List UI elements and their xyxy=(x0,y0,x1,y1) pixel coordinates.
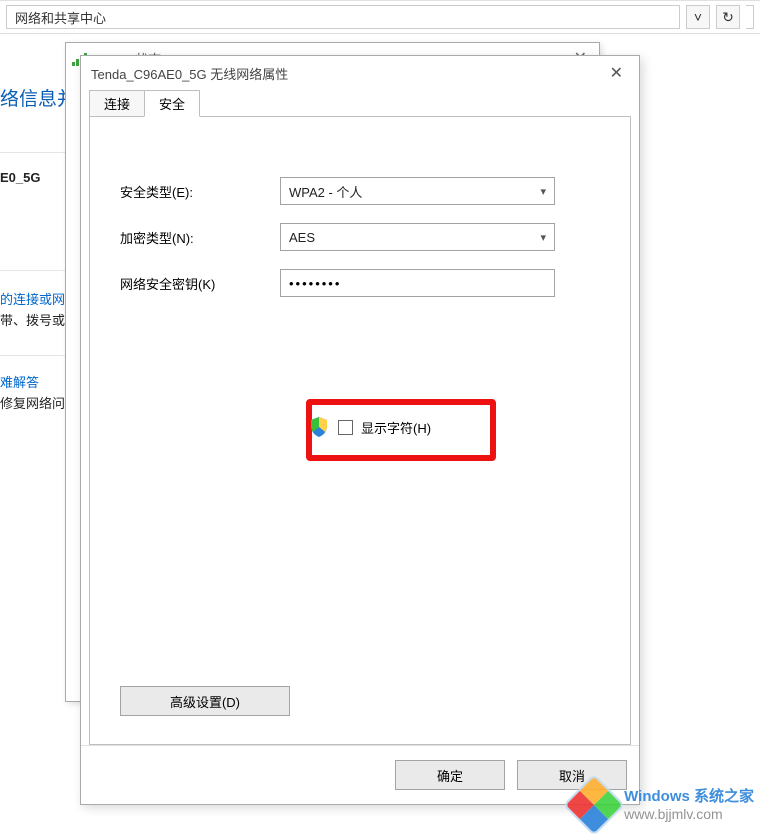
encryption-type-dropdown[interactable]: AES ▾ xyxy=(280,223,555,251)
show-characters-row: 显示字符(H) xyxy=(310,417,431,437)
watermark: Windows 系统之家 www.bjjmlv.com xyxy=(572,783,754,827)
refresh-icon: ↻ xyxy=(722,9,734,26)
tab-panel-security: 安全类型(E): WPA2 - 个人 ▾ 加密类型(N): AES ▾ xyxy=(89,116,631,745)
props-titlebar[interactable]: Tenda_C96AE0_5G 无线网络属性 ✕ xyxy=(81,56,639,90)
bg-ssid-fragment: E0_5G xyxy=(0,170,40,185)
tab-strip: 连接 安全 xyxy=(89,90,631,116)
security-key-row: 网络安全密钥(K) xyxy=(120,269,600,297)
ok-button[interactable]: 确定 xyxy=(395,760,505,790)
security-type-value: WPA2 - 个人 xyxy=(289,182,362,201)
bg-text-troubleshoot-desc: 修复网络问 xyxy=(0,393,65,412)
advanced-settings-button[interactable]: 高级设置(D) xyxy=(120,686,290,716)
tab-connection-label: 连接 xyxy=(104,97,130,112)
watermark-url: www.bjjmlv.com xyxy=(624,806,754,822)
watermark-title: Windows 系统之家 xyxy=(624,788,754,805)
refresh-button[interactable]: ↻ xyxy=(716,5,740,29)
uac-shield-icon xyxy=(310,417,328,437)
show-characters-label: 显示字符(H) xyxy=(361,418,431,437)
security-type-row: 安全类型(E): WPA2 - 个人 ▾ xyxy=(120,177,600,205)
breadcrumb-text: 网络和共享中心 xyxy=(15,8,106,27)
advanced-settings-label: 高级设置(D) xyxy=(170,692,240,711)
bg-link-troubleshoot[interactable]: 难解答 xyxy=(0,372,39,391)
tab-connection[interactable]: 连接 xyxy=(89,90,145,116)
breadcrumb[interactable]: 网络和共享中心 xyxy=(6,5,680,29)
encryption-type-label: 加密类型(N): xyxy=(120,228,280,247)
tab-security[interactable]: 安全 xyxy=(144,90,200,117)
search-field-edge[interactable] xyxy=(746,5,754,29)
chevron-down-icon: ▾ xyxy=(540,185,546,198)
wireless-properties-dialog: Tenda_C96AE0_5G 无线网络属性 ✕ 连接 安全 安全类型(E): … xyxy=(80,55,640,805)
ok-button-label: 确定 xyxy=(437,766,463,785)
props-close-button[interactable]: ✕ xyxy=(604,63,629,83)
encryption-type-value: AES xyxy=(289,230,315,245)
security-type-label: 安全类型(E): xyxy=(120,182,280,201)
show-characters-checkbox[interactable] xyxy=(338,420,353,435)
encryption-type-row: 加密类型(N): AES ▾ xyxy=(120,223,600,251)
dialog-button-row: 确定 取消 xyxy=(81,745,639,804)
security-type-dropdown[interactable]: WPA2 - 个人 ▾ xyxy=(280,177,555,205)
breadcrumb-dropdown-button[interactable]: ˅ xyxy=(686,5,710,29)
security-key-label: 网络安全密钥(K) xyxy=(120,274,280,293)
chevron-down-icon: ˅ xyxy=(694,9,702,25)
chevron-down-icon: ▾ xyxy=(540,231,546,244)
tab-security-label: 安全 xyxy=(159,97,185,112)
cancel-button-label: 取消 xyxy=(559,766,585,785)
security-key-input[interactable] xyxy=(280,269,555,297)
watermark-logo-icon xyxy=(563,774,625,836)
explorer-top-bar: 网络和共享中心 ˅ ↻ xyxy=(0,0,760,34)
security-key-value[interactable] xyxy=(289,276,546,291)
bg-text-conn-desc: 带、拨号或 xyxy=(0,310,65,329)
props-title: Tenda_C96AE0_5G 无线网络属性 xyxy=(91,64,288,83)
bg-link-conn[interactable]: 的连接或网 xyxy=(0,289,65,308)
